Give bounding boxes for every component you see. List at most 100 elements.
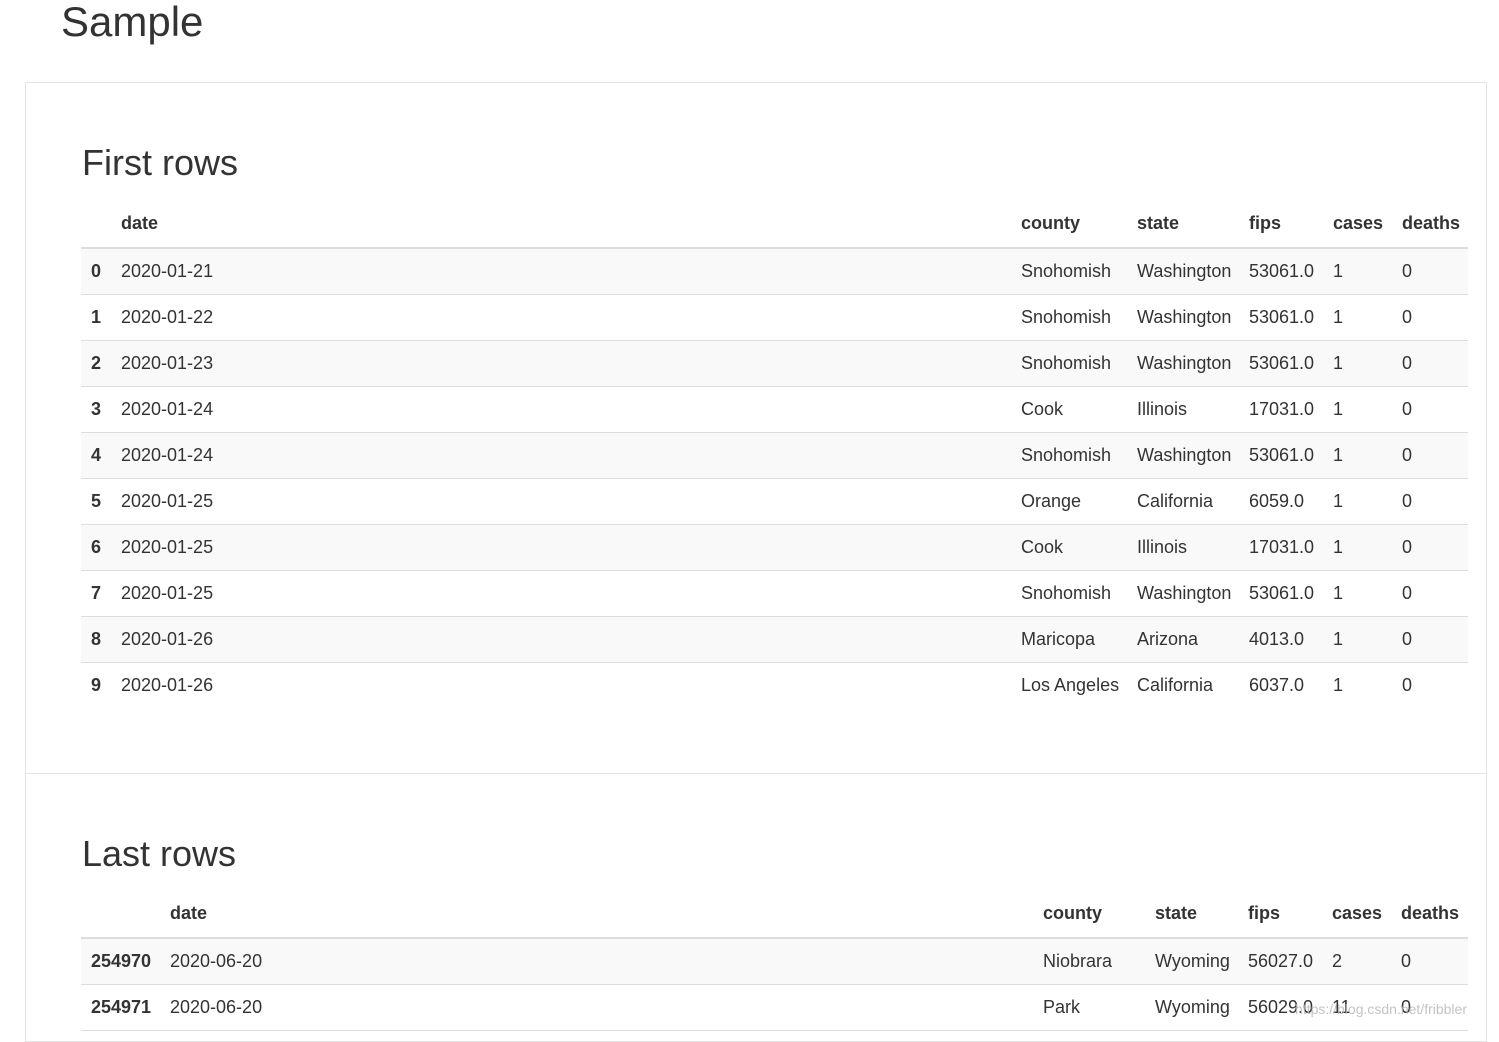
column-header-date: date bbox=[160, 889, 1033, 939]
cell-date: 2020-01-22 bbox=[111, 294, 1011, 341]
cell-fips: 53061.0 bbox=[1239, 294, 1323, 341]
cell-fips: 53061.0 bbox=[1239, 432, 1323, 479]
column-header-county: county bbox=[1011, 199, 1127, 249]
row-index: 4 bbox=[81, 432, 111, 479]
cell-fips: 6037.0 bbox=[1249, 675, 1305, 695]
cell-state: Illinois bbox=[1127, 524, 1239, 571]
cell-deaths: 0 bbox=[1392, 340, 1468, 387]
cell-fips: 56027.0 bbox=[1238, 938, 1322, 985]
row-index: 1 bbox=[81, 294, 111, 341]
column-header-deaths: deaths bbox=[1391, 889, 1468, 939]
row-index: 2 bbox=[81, 340, 111, 387]
row-index: 7 bbox=[81, 570, 111, 617]
cell-county: Orange bbox=[1011, 478, 1127, 525]
cell-county: Snohomish bbox=[1011, 340, 1127, 387]
row-index: 3 bbox=[81, 386, 111, 433]
cell-state: California bbox=[1137, 675, 1214, 695]
table-row: 9 2020-01-26 Los Angeles California 6037… bbox=[81, 663, 1468, 709]
cell-deaths: 0 bbox=[1392, 294, 1468, 341]
cell-state: Washington bbox=[1127, 340, 1239, 387]
cell-cases: 1 bbox=[1323, 616, 1392, 663]
cell-deaths: 0 bbox=[1402, 675, 1413, 695]
cell-date: 2020-01-24 bbox=[111, 386, 1011, 433]
table-row: 0 2020-01-21 Snohomish Washington 53061.… bbox=[81, 248, 1468, 295]
table-row: 3 2020-01-24 Cook Illinois 17031.0 1 0 bbox=[81, 386, 1468, 433]
cell-deaths: 0 bbox=[1391, 938, 1468, 985]
cell-date: 2020-01-25 bbox=[111, 524, 1011, 571]
cell-date: 2020-06-20 bbox=[160, 984, 1033, 1031]
cell-cases: 1 bbox=[1323, 386, 1392, 433]
column-header-fips: fips bbox=[1239, 199, 1323, 249]
row-index: 9 bbox=[91, 675, 102, 695]
cell-state: Washington bbox=[1127, 294, 1239, 341]
sample-panel: First rows date county state fips cases … bbox=[25, 82, 1487, 1042]
table-row: 6 2020-01-25 Cook Illinois 17031.0 1 0 bbox=[81, 524, 1468, 571]
cell-date: 2020-01-21 bbox=[111, 248, 1011, 295]
first-rows-heading: First rows bbox=[82, 142, 238, 183]
column-header-fips: fips bbox=[1238, 889, 1322, 939]
cell-fips: 53061.0 bbox=[1239, 340, 1323, 387]
cell-county: Snohomish bbox=[1011, 570, 1127, 617]
cell-fips: 17031.0 bbox=[1239, 386, 1323, 433]
section-divider bbox=[26, 773, 1486, 774]
cell-cases: 1 bbox=[1323, 570, 1392, 617]
cell-date: 2020-01-26 bbox=[111, 616, 1011, 663]
column-header-date: date bbox=[111, 199, 1011, 249]
row-index: 0 bbox=[81, 248, 111, 295]
cell-county: Los Angeles bbox=[1021, 675, 1120, 695]
table-row: 2 2020-01-23 Snohomish Washington 53061.… bbox=[81, 340, 1468, 387]
cell-county: Cook bbox=[1011, 386, 1127, 433]
last-rows-section: Last rows date county state fips cases d… bbox=[81, 834, 1468, 1031]
cell-county: Snohomish bbox=[1011, 432, 1127, 479]
cell-county: Snohomish bbox=[1011, 294, 1127, 341]
table-row: 7 2020-01-25 Snohomish Washington 53061.… bbox=[81, 570, 1468, 617]
cell-date: 2020-01-23 bbox=[111, 340, 1011, 387]
cell-county: Snohomish bbox=[1011, 248, 1127, 295]
cell-deaths: 0 bbox=[1392, 478, 1468, 525]
column-header-index bbox=[81, 889, 160, 939]
table-header-row: date county state fips cases deaths bbox=[81, 889, 1468, 939]
cell-cases: 1 bbox=[1333, 675, 1344, 695]
cell-deaths: 0 bbox=[1392, 616, 1468, 663]
cell-county: Niobrara bbox=[1033, 938, 1145, 985]
cell-deaths: 0 bbox=[1392, 570, 1468, 617]
row-index: 8 bbox=[81, 616, 111, 663]
cell-state: California bbox=[1127, 478, 1239, 525]
cell-cases: 2 bbox=[1322, 938, 1391, 985]
cell-cases: 1 bbox=[1323, 340, 1392, 387]
cell-fips: 53061.0 bbox=[1239, 248, 1323, 295]
cell-state: Wyoming bbox=[1145, 984, 1238, 1031]
cell-deaths: 0 bbox=[1392, 386, 1468, 433]
cell-date: 2020-01-26 bbox=[121, 675, 214, 695]
watermark: https://blog.csdn.net/fribbler bbox=[1295, 1001, 1467, 1017]
row-index: 6 bbox=[81, 524, 111, 571]
column-header-state: state bbox=[1145, 889, 1238, 939]
table-row: 254970 2020-06-20 Niobrara Wyoming 56027… bbox=[81, 938, 1468, 985]
cell-state: Washington bbox=[1127, 570, 1239, 617]
table-row: 254971 2020-06-20 Park Wyoming 56029.0 1… bbox=[81, 984, 1468, 1031]
cell-state: Illinois bbox=[1127, 386, 1239, 433]
cell-cases: 1 bbox=[1323, 478, 1392, 525]
column-header-index bbox=[81, 199, 111, 249]
cell-county: Maricopa bbox=[1011, 616, 1127, 663]
table-row: 5 2020-01-25 Orange California 6059.0 1 … bbox=[81, 478, 1468, 525]
table-row: 1 2020-01-22 Snohomish Washington 53061.… bbox=[81, 294, 1468, 341]
cell-date: 2020-01-24 bbox=[111, 432, 1011, 479]
cell-fips: 4013.0 bbox=[1239, 616, 1323, 663]
row-index: 254970 bbox=[81, 938, 160, 985]
cell-cases: 1 bbox=[1323, 432, 1392, 479]
cell-state: Arizona bbox=[1127, 616, 1239, 663]
last-rows-table: date county state fips cases deaths 2549… bbox=[81, 889, 1468, 1031]
row-index: 254971 bbox=[81, 984, 160, 1031]
cell-fips: 17031.0 bbox=[1239, 524, 1323, 571]
cell-date: 2020-01-25 bbox=[111, 570, 1011, 617]
cell-date: 2020-06-20 bbox=[160, 938, 1033, 985]
cell-state: Washington bbox=[1127, 432, 1239, 479]
cell-cases: 1 bbox=[1323, 524, 1392, 571]
column-header-state: state bbox=[1127, 199, 1239, 249]
cell-fips: 6059.0 bbox=[1239, 478, 1323, 525]
cell-deaths: 0 bbox=[1392, 432, 1468, 479]
table-row: 8 2020-01-26 Maricopa Arizona 4013.0 1 0 bbox=[81, 616, 1468, 663]
cell-deaths: 0 bbox=[1392, 248, 1468, 295]
column-header-county: county bbox=[1033, 889, 1145, 939]
